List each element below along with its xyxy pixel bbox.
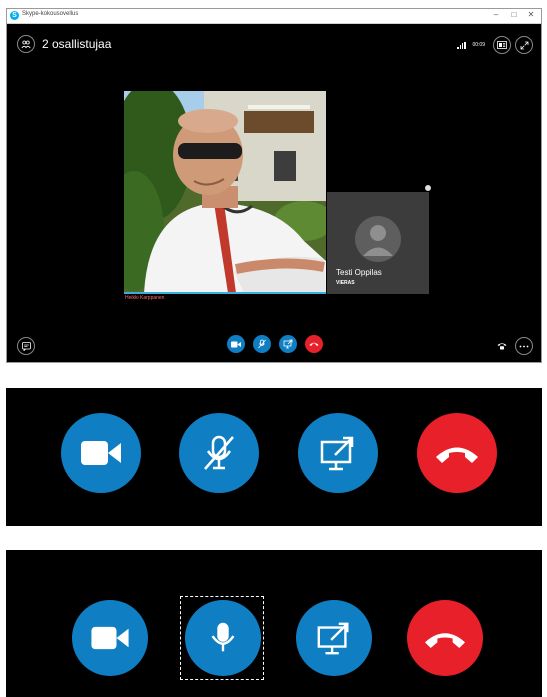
active-speaker-bar <box>124 292 326 294</box>
more-options-button[interactable] <box>515 337 533 355</box>
close-button[interactable]: ✕ <box>524 10 538 19</box>
layout-icon <box>497 41 507 49</box>
phone-hangup-icon <box>309 342 319 346</box>
title-bar: S Skype-kokousovellus – □ ✕ <box>7 9 541 24</box>
present-screen-icon <box>320 436 354 471</box>
present-screen-icon <box>317 622 349 655</box>
call-toolbar-small <box>227 335 331 353</box>
microphone-button-large[interactable] <box>185 600 261 676</box>
microphone-muted-icon <box>258 339 266 349</box>
hangup-button-large[interactable] <box>407 600 483 676</box>
video-button-small[interactable] <box>227 335 245 353</box>
hangup-button-small[interactable] <box>305 335 323 353</box>
guest-role-label: VIERAS <box>336 280 355 286</box>
dialpad-button[interactable] <box>493 337 511 355</box>
caller-video-image <box>124 91 326 293</box>
phone-hangup-icon <box>436 447 478 463</box>
caller-name-label: Heikki Karppanen <box>125 295 165 301</box>
participants-header: 2 osallistujaa <box>17 35 111 53</box>
hangup-button-large[interactable] <box>417 413 497 493</box>
video-camera-icon <box>91 626 129 650</box>
top-right-controls: 00:09 <box>457 36 533 54</box>
expand-icon <box>520 41 528 49</box>
video-camera-icon <box>231 341 241 347</box>
video-button-large[interactable] <box>61 413 141 493</box>
signal-strength-icon <box>457 41 466 49</box>
fullscreen-button[interactable] <box>515 36 533 54</box>
people-icon <box>21 40 31 48</box>
phone-hangup-icon <box>424 632 466 648</box>
minimize-button[interactable]: – <box>489 10 503 19</box>
share-button-large[interactable] <box>296 600 372 676</box>
toolbar-zoom-unmuted <box>6 550 542 697</box>
window-title: Skype-kokousovellus <box>22 11 79 17</box>
more-icon <box>519 345 529 347</box>
participants-count-label: 2 osallistujaa <box>42 37 112 51</box>
default-avatar-icon <box>355 216 401 262</box>
share-button-large[interactable] <box>298 413 378 493</box>
bottom-right-controls <box>493 337 533 355</box>
main-video-feed <box>124 91 326 293</box>
call-timer: 00:09 <box>472 42 485 48</box>
microphone-icon <box>211 622 235 652</box>
skype-logo-icon: S <box>10 11 19 20</box>
guest-status-indicator <box>425 185 431 191</box>
mute-button-small[interactable] <box>253 335 271 353</box>
participants-button[interactable] <box>17 35 35 53</box>
meeting-window: S Skype-kokousovellus – □ ✕ 2 osallistuj… <box>6 8 542 363</box>
guest-name-label: Testi Oppilas <box>336 268 382 277</box>
video-camera-icon <box>81 441 121 465</box>
phone-icon <box>497 343 507 350</box>
mute-button-large[interactable] <box>179 413 259 493</box>
layout-button[interactable] <box>493 36 511 54</box>
share-button-small[interactable] <box>279 335 297 353</box>
chat-button[interactable] <box>17 337 35 355</box>
video-button-large[interactable] <box>72 600 148 676</box>
present-screen-icon <box>283 339 293 349</box>
guest-participant-tile[interactable]: Testi Oppilas VIERAS <box>327 192 429 294</box>
maximize-button[interactable]: □ <box>507 10 521 19</box>
microphone-muted-icon <box>204 435 234 470</box>
toolbar-zoom-muted <box>6 388 542 526</box>
chat-icon <box>21 341 31 351</box>
